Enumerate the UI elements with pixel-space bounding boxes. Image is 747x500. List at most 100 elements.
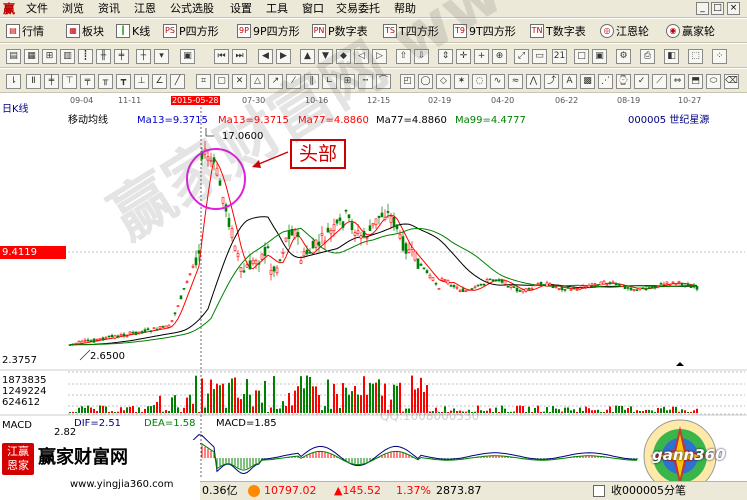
menu-gann[interactable]: 江恩	[134, 2, 156, 16]
draw-dash-icon[interactable]: ┉	[358, 74, 373, 89]
draw-line-icon[interactable]: ⁄	[286, 74, 301, 89]
draw-text-icon[interactable]: A	[562, 74, 577, 89]
tool-chart-icon[interactable]: ◧	[664, 49, 679, 64]
tool-window-icon[interactable]: □	[574, 49, 589, 64]
draw-time-icon[interactable]: ⌚	[616, 74, 631, 89]
tool-stepup-icon[interactable]: ⇧	[396, 49, 411, 64]
quotes-button[interactable]: ▤ 行情	[6, 23, 44, 39]
tool-layout-icon[interactable]: ▦	[24, 49, 39, 64]
draw-mark-icon[interactable]: ✓	[634, 74, 649, 89]
tool-zoom-icon[interactable]: ⊕	[492, 49, 507, 64]
menu-trade[interactable]: 交易委托	[336, 2, 380, 16]
status-printer-icon[interactable]	[593, 485, 605, 497]
menu-browse[interactable]: 浏览	[62, 2, 84, 16]
tool-ruler-icon[interactable]: ▭	[532, 49, 547, 64]
draw-wave-icon[interactable]: ⊥	[134, 74, 149, 89]
maximize-button[interactable]: □	[711, 2, 724, 15]
winner-wheel-button[interactable]: ◉ 赢家轮	[666, 23, 715, 39]
draw-trend-icon[interactable]: ⤴	[544, 74, 559, 89]
tool-candle-icon[interactable]: ┋	[78, 49, 93, 64]
draw-box-icon[interactable]: ▢	[214, 74, 229, 89]
draw-fib-icon[interactable]: ⊤	[62, 74, 77, 89]
9p-square-button[interactable]: 9P 9P四方形	[237, 23, 300, 39]
draw-angle-icon[interactable]: ∟	[322, 74, 337, 89]
tool-line-icon[interactable]: ╪	[114, 49, 129, 64]
draw-parallel-icon[interactable]: ∥	[304, 74, 319, 89]
tool-calendar-icon[interactable]: 21	[552, 49, 567, 64]
tool-select-icon[interactable]: ⬚	[688, 49, 703, 64]
menu-help[interactable]: 帮助	[394, 2, 416, 16]
draw-sine-icon[interactable]: ≈	[508, 74, 523, 89]
draw-slope-icon[interactable]: ╱	[170, 74, 185, 89]
menu-formula-select[interactable]: 公式选股	[170, 2, 214, 16]
tool-settings-icon[interactable]: ⚙	[616, 49, 631, 64]
t-number-table-button[interactable]: TN T数字表	[530, 23, 586, 39]
tool-up-icon[interactable]: ▲	[300, 49, 315, 64]
draw-diamond-icon[interactable]: ◇	[436, 74, 451, 89]
tool-back-icon[interactable]: ◀	[258, 49, 273, 64]
tool-grid-icon[interactable]: ⊞	[42, 49, 57, 64]
tool-ohlc-icon[interactable]: ╫	[96, 49, 111, 64]
tool-first-icon[interactable]: ⏮	[214, 49, 229, 64]
draw-clear-icon[interactable]: ⌫	[724, 74, 739, 89]
draw-channel-icon[interactable]: ╤	[80, 74, 95, 89]
draw-curve-icon[interactable]: ⌒	[376, 74, 391, 89]
menu-settings[interactable]: 设置	[230, 2, 252, 16]
draw-rect-icon[interactable]: ⌗	[196, 74, 211, 89]
minimize-button[interactable]: _	[696, 2, 709, 15]
draw-zig-icon[interactable]: ⋀	[526, 74, 541, 89]
draw-cursor-icon[interactable]: ⇂	[6, 74, 21, 89]
draw-delete-icon[interactable]: ✕	[232, 74, 247, 89]
draw-ellipse-icon[interactable]: ⬭	[706, 74, 721, 89]
tool-bars-icon[interactable]: ▥	[60, 49, 75, 64]
draw-star-icon[interactable]: ✶	[454, 74, 469, 89]
draw-gann-box-icon[interactable]: ▩	[580, 74, 595, 89]
tool-right-icon[interactable]: ▷	[372, 49, 387, 64]
draw-circle-icon[interactable]: ◯	[418, 74, 433, 89]
sector-button[interactable]: ▦ 板块	[66, 23, 104, 39]
tool-screenshot-icon[interactable]: ▣	[180, 49, 195, 64]
kline-button[interactable]: ┃ K线	[116, 23, 150, 39]
draw-bars-icon[interactable]: ┳	[116, 74, 131, 89]
tool-plus-icon[interactable]: +	[474, 49, 489, 64]
draw-arrow-icon[interactable]: ↗	[268, 74, 283, 89]
draw-tri-icon[interactable]: △	[250, 74, 265, 89]
9t-square-button[interactable]: T9 9T四方形	[453, 23, 516, 39]
draw-hline-icon[interactable]: ╪	[44, 74, 59, 89]
draw-fan-icon[interactable]: ⋰	[598, 74, 613, 89]
draw-speed-icon[interactable]: ⟋	[652, 74, 667, 89]
draw-grid-icon[interactable]: ⊞	[340, 74, 355, 89]
gann-wheel-button[interactable]: ◎ 江恩轮	[600, 23, 649, 39]
menu-news[interactable]: 资讯	[98, 2, 120, 16]
draw-cube-icon[interactable]: ⬒	[688, 74, 703, 89]
p-square-button[interactable]: PS P四方形	[163, 23, 219, 39]
draw-vline-icon[interactable]: Ⅱ	[26, 74, 41, 89]
tool-expand-icon[interactable]: ⤢	[514, 49, 529, 64]
tool-forward-icon[interactable]: ▶	[276, 49, 291, 64]
close-button[interactable]: ×	[727, 2, 740, 15]
draw-gann-fan-icon[interactable]: ∠	[152, 74, 167, 89]
menu-window[interactable]: 窗口	[302, 2, 324, 16]
draw-spiral-icon[interactable]: ◌	[472, 74, 487, 89]
tool-down-icon[interactable]: ▼	[318, 49, 333, 64]
tool-last-icon[interactable]: ⏭	[232, 49, 247, 64]
tool-list-icon[interactable]: ▤	[6, 49, 21, 64]
draw-cycle-icon[interactable]: ╥	[98, 74, 113, 89]
t-square-button[interactable]: TS T四方形	[383, 23, 439, 39]
draw-measure-icon[interactable]: ⇔	[670, 74, 685, 89]
tool-windows-icon[interactable]: ▣	[592, 49, 607, 64]
tool-stepdown-icon[interactable]: ⇩	[414, 49, 429, 64]
p-number-table-button[interactable]: PN P数字表	[312, 23, 368, 39]
tool-print-icon[interactable]: ⎙	[640, 49, 655, 64]
tool-left-icon[interactable]: ◁	[354, 49, 369, 64]
draw-square-icon[interactable]: ◰	[400, 74, 415, 89]
tool-cross-icon[interactable]: ✛	[456, 49, 471, 64]
menu-file[interactable]: 文件	[26, 2, 48, 16]
tool-dropdown-icon[interactable]: ▾	[154, 49, 169, 64]
tool-dotgrid-icon[interactable]: ⁘	[712, 49, 727, 64]
draw-wave2-icon[interactable]: ∿	[490, 74, 505, 89]
tool-split-icon[interactable]: ⇕	[438, 49, 453, 64]
tool-stick-icon[interactable]: ┼	[136, 49, 151, 64]
menu-tools[interactable]: 工具	[266, 2, 288, 16]
tool-pointer-icon[interactable]: ◆	[336, 49, 351, 64]
